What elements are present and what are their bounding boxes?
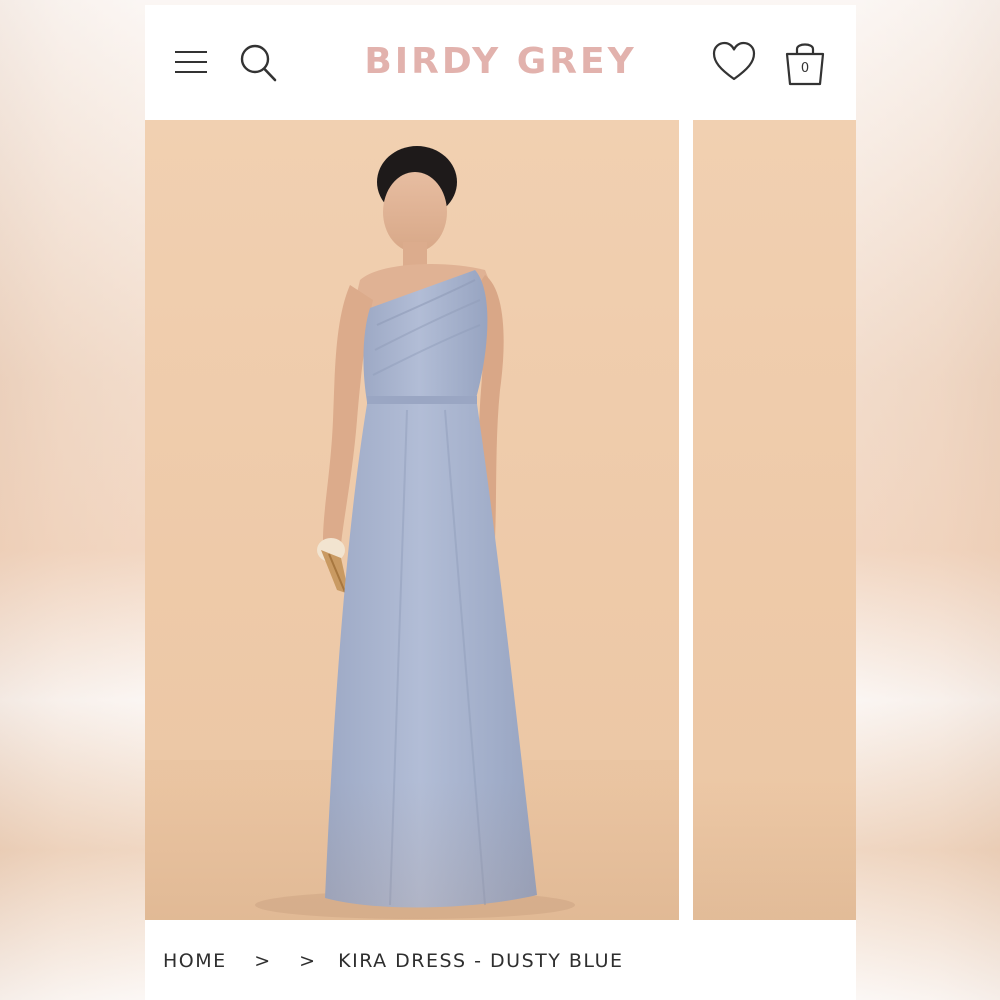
studio-floor: [693, 780, 856, 920]
main-product-photo[interactable]: [145, 120, 679, 920]
bag-icon[interactable]: 0: [783, 39, 827, 87]
breadcrumb: HOME > > KIRA DRESS - DUSTY BLUE: [163, 950, 623, 974]
site-header: BIRDY GREY 0: [145, 5, 856, 120]
breadcrumb-home-link[interactable]: HOME: [163, 950, 227, 972]
next-product-photo[interactable]: [693, 120, 856, 920]
breadcrumb-current-page: KIRA DRESS - DUSTY BLUE: [338, 950, 624, 972]
breadcrumb-separator: >: [299, 950, 317, 972]
cart-count: 0: [800, 61, 810, 76]
phone-screen: BIRDY GREY 0 HOME > > KIRA DRESS - DUSTY…: [145, 5, 856, 1000]
studio-floor: [145, 780, 679, 920]
product-image-carousel[interactable]: [145, 120, 856, 920]
breadcrumb-separator: >: [254, 950, 272, 972]
heart-icon[interactable]: [712, 41, 756, 83]
